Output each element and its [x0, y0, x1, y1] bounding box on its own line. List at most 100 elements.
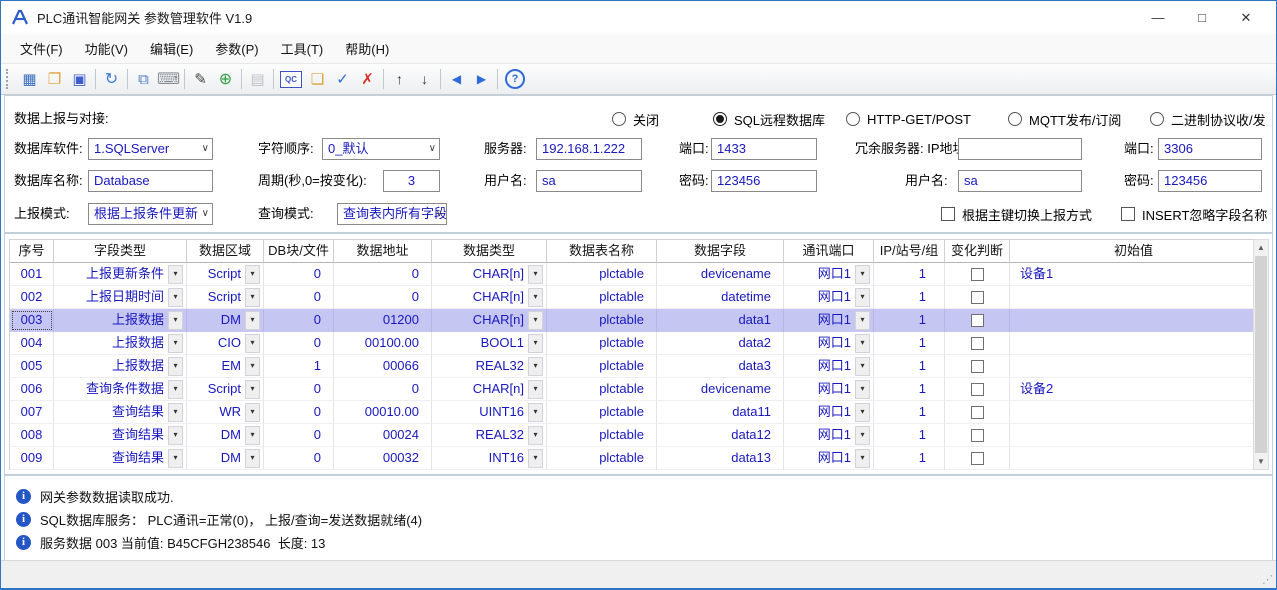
data-address-cell[interactable]: 00024: [334, 424, 432, 447]
seq-cell[interactable]: 009: [10, 447, 54, 470]
comm-port-cell[interactable]: 网口1: [784, 263, 874, 286]
refresh-icon[interactable]: ↻: [99, 67, 124, 91]
radio-binary-protocol[interactable]: 二进制协议收/发: [1150, 108, 1266, 130]
station-cell[interactable]: 1: [874, 424, 945, 447]
comm-port-cell[interactable]: 网口1: [784, 355, 874, 378]
change-checkbox[interactable]: [971, 360, 984, 373]
data-area-cell[interactable]: Script: [187, 286, 264, 309]
table-name-cell[interactable]: plctable: [547, 286, 657, 309]
menu-function[interactable]: 功能(V): [74, 34, 139, 63]
network-globe-icon[interactable]: ⊕: [213, 67, 238, 91]
data-area-cell[interactable]: DM: [187, 309, 264, 332]
dropdown-arrow-icon[interactable]: [855, 311, 870, 330]
next-icon[interactable]: ▶: [469, 67, 494, 91]
init-value-cell[interactable]: [1010, 447, 1258, 470]
data-field-cell[interactable]: data11: [657, 401, 784, 424]
dropdown-arrow-icon[interactable]: [245, 357, 260, 376]
insert-ignore-checkbox[interactable]: INSERT忽略字段名称: [1121, 203, 1267, 225]
table-scrollbar[interactable]: ▲ ▼: [1253, 239, 1269, 470]
data-address-cell[interactable]: 0: [334, 286, 432, 309]
dropdown-arrow-icon[interactable]: [168, 426, 183, 445]
dropdown-arrow-icon[interactable]: [168, 357, 183, 376]
data-area-cell[interactable]: DM: [187, 424, 264, 447]
station-cell[interactable]: 1: [874, 401, 945, 424]
dropdown-arrow-icon[interactable]: [245, 288, 260, 307]
init-value-cell[interactable]: [1010, 286, 1258, 309]
field-type-cell[interactable]: 上报数据: [54, 309, 187, 332]
dropdown-arrow-icon[interactable]: [245, 334, 260, 353]
init-value-cell[interactable]: [1010, 424, 1258, 447]
init-value-cell[interactable]: [1010, 401, 1258, 424]
station-cell[interactable]: 1: [874, 355, 945, 378]
data-area-cell[interactable]: CIO: [187, 332, 264, 355]
init-value-cell[interactable]: [1010, 355, 1258, 378]
dropdown-arrow-icon[interactable]: [855, 380, 870, 399]
qc-code-icon[interactable]: QC: [280, 71, 302, 88]
db-block-cell[interactable]: 0: [264, 378, 334, 401]
station-cell[interactable]: 1: [874, 378, 945, 401]
menu-params[interactable]: 参数(P): [204, 34, 269, 63]
station-cell[interactable]: 1: [874, 309, 945, 332]
data-field-cell[interactable]: datetime: [657, 286, 784, 309]
change-judge-cell[interactable]: [945, 286, 1010, 309]
data-address-cell[interactable]: 01200: [334, 309, 432, 332]
paste-new-icon[interactable]: ❏: [305, 67, 330, 91]
dropdown-arrow-icon[interactable]: [855, 334, 870, 353]
change-checkbox[interactable]: [971, 429, 984, 442]
seq-cell[interactable]: 004: [10, 332, 54, 355]
data-area-cell[interactable]: DM: [187, 447, 264, 470]
change-checkbox[interactable]: [971, 337, 984, 350]
comm-port-cell[interactable]: 网口1: [784, 378, 874, 401]
data-address-cell[interactable]: 0: [334, 263, 432, 286]
dropdown-arrow-icon[interactable]: [528, 288, 543, 307]
change-checkbox[interactable]: [971, 314, 984, 327]
data-area-cell[interactable]: WR: [187, 401, 264, 424]
comm-port-cell[interactable]: 网口1: [784, 424, 874, 447]
seq-cell[interactable]: 002: [10, 286, 54, 309]
seq-cell[interactable]: 007: [10, 401, 54, 424]
table-name-cell[interactable]: plctable: [547, 263, 657, 286]
dropdown-arrow-icon[interactable]: [528, 426, 543, 445]
db-software-select[interactable]: 1.SQLServer: [88, 138, 213, 160]
dropdown-arrow-icon[interactable]: [245, 311, 260, 330]
minimize-button[interactable]: —: [1136, 4, 1180, 32]
dropdown-arrow-icon[interactable]: [528, 403, 543, 422]
read-gateway-icon[interactable]: ▦: [17, 67, 42, 91]
dropdown-arrow-icon[interactable]: [168, 288, 183, 307]
data-type-cell[interactable]: CHAR[n]: [432, 263, 547, 286]
report-mode-select[interactable]: 根据上报条件更新: [88, 203, 213, 225]
field-type-cell[interactable]: 上报日期时间: [54, 286, 187, 309]
db-block-cell[interactable]: 0: [264, 424, 334, 447]
data-area-cell[interactable]: EM: [187, 355, 264, 378]
network-nodes-icon[interactable]: ⧉: [131, 67, 156, 91]
table-name-cell[interactable]: plctable: [547, 332, 657, 355]
close-button[interactable]: ✕: [1224, 4, 1268, 32]
change-judge-cell[interactable]: [945, 401, 1010, 424]
data-area-cell[interactable]: Script: [187, 378, 264, 401]
data-type-cell[interactable]: REAL32: [432, 424, 547, 447]
data-type-cell[interactable]: INT16: [432, 447, 547, 470]
data-type-cell[interactable]: UINT16: [432, 401, 547, 424]
field-type-cell[interactable]: 查询条件数据: [54, 378, 187, 401]
table-name-cell[interactable]: plctable: [547, 355, 657, 378]
change-checkbox[interactable]: [971, 268, 984, 281]
menu-help[interactable]: 帮助(H): [334, 34, 400, 63]
apply-check-icon[interactable]: ✓: [330, 67, 355, 91]
data-field-cell[interactable]: data3: [657, 355, 784, 378]
prev-icon[interactable]: ◀: [444, 67, 469, 91]
db-block-cell[interactable]: 0: [264, 286, 334, 309]
data-field-cell[interactable]: data12: [657, 424, 784, 447]
comm-port-cell[interactable]: 网口1: [784, 309, 874, 332]
dropdown-arrow-icon[interactable]: [528, 449, 543, 468]
radio-mqtt[interactable]: MQTT发布/订阅: [1008, 108, 1121, 130]
data-field-cell[interactable]: data13: [657, 447, 784, 470]
db-block-cell[interactable]: 0: [264, 447, 334, 470]
dropdown-arrow-icon[interactable]: [168, 380, 183, 399]
comm-port-cell[interactable]: 网口1: [784, 401, 874, 424]
menu-file[interactable]: 文件(F): [9, 34, 74, 63]
menu-tools[interactable]: 工具(T): [270, 34, 335, 63]
menu-edit[interactable]: 编辑(E): [139, 34, 204, 63]
comm-port-cell[interactable]: 网口1: [784, 332, 874, 355]
table-name-cell[interactable]: plctable: [547, 401, 657, 424]
change-judge-cell[interactable]: [945, 447, 1010, 470]
